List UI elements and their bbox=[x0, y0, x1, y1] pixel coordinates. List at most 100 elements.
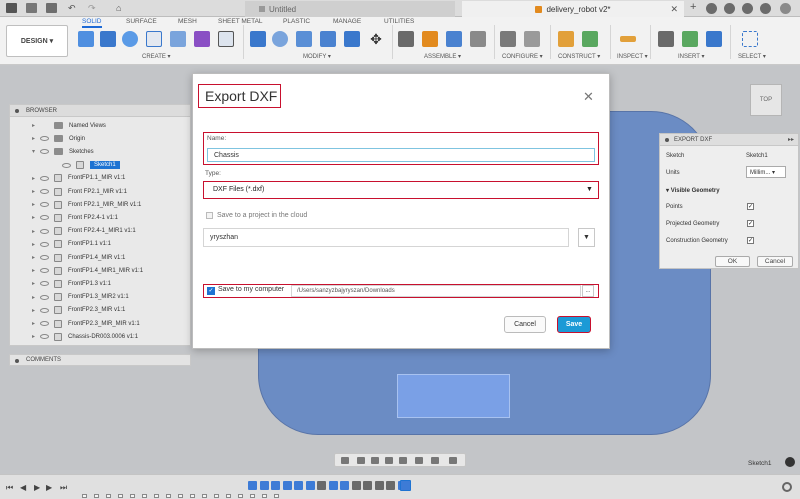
visibility-eye-icon[interactable] bbox=[40, 241, 49, 247]
revolve-icon[interactable] bbox=[122, 31, 138, 47]
tab-mesh[interactable]: MESH bbox=[178, 18, 197, 25]
redo-icon[interactable]: ↷ bbox=[88, 3, 99, 13]
timeline-marker[interactable] bbox=[142, 494, 147, 498]
panel-cancel-button[interactable]: Cancel bbox=[757, 256, 793, 267]
form-icon[interactable] bbox=[194, 31, 210, 47]
pan-icon[interactable] bbox=[371, 457, 379, 464]
browse-button[interactable]: ... bbox=[582, 285, 594, 297]
close-icon[interactable]: ✕ bbox=[583, 89, 594, 105]
notifications-icon[interactable] bbox=[742, 3, 753, 14]
create-sketch-icon[interactable] bbox=[78, 31, 94, 47]
timeline-feature-icon[interactable] bbox=[386, 481, 395, 490]
help-icon[interactable] bbox=[760, 3, 771, 14]
visibility-eye-icon[interactable] bbox=[40, 202, 49, 208]
canvas-icon[interactable] bbox=[706, 31, 722, 47]
save-icon[interactable] bbox=[46, 3, 57, 13]
assemble-menu[interactable]: ASSEMBLE ▾ bbox=[424, 53, 461, 60]
create-menu[interactable]: CREATE ▾ bbox=[142, 53, 171, 60]
tab-plastic[interactable]: PLASTIC bbox=[283, 18, 310, 25]
expand-arrow-icon[interactable]: ▸ bbox=[32, 333, 40, 340]
timeline-feature-icon[interactable] bbox=[294, 481, 303, 490]
expand-arrow-icon[interactable]: ▸ bbox=[32, 122, 40, 129]
pattern-icon[interactable] bbox=[218, 31, 234, 47]
tab-solid[interactable]: SOLID bbox=[82, 18, 102, 28]
tab-utilities[interactable]: UTILITIES bbox=[384, 18, 414, 25]
viewcube[interactable]: TOP bbox=[750, 84, 782, 116]
timeline-marker[interactable] bbox=[214, 494, 219, 498]
browser-item[interactable]: ▸ FrontFP1.4_MIR1_MIR v1:1 bbox=[32, 264, 143, 277]
browser-item[interactable]: ▸ Front FP2.4-1_MIR1 v1:1 bbox=[32, 225, 136, 238]
avatar[interactable] bbox=[780, 3, 791, 14]
chamfer-icon[interactable] bbox=[296, 31, 312, 47]
visibility-eye-icon[interactable] bbox=[62, 162, 71, 168]
fit-icon[interactable] bbox=[399, 457, 407, 464]
tab-untitled[interactable]: Untitled bbox=[245, 1, 455, 17]
timeline-feature-icon[interactable] bbox=[363, 481, 372, 490]
visibility-eye-icon[interactable] bbox=[40, 215, 49, 221]
timeline-marker[interactable] bbox=[226, 494, 231, 498]
units-select[interactable]: Millim... ▾ bbox=[746, 166, 786, 178]
combine-icon[interactable] bbox=[344, 31, 360, 47]
timeline-marker[interactable] bbox=[166, 494, 171, 498]
browser-item[interactable]: ▸ FrontFP1.3 v1:1 bbox=[32, 277, 111, 290]
inspect-menu[interactable]: INSPECT ▾ bbox=[617, 53, 648, 60]
timeline-feature-icon[interactable] bbox=[282, 481, 292, 490]
workspace-switcher[interactable]: DESIGN ▾ bbox=[6, 25, 68, 57]
browser-item[interactable]: ▾ Sketches bbox=[32, 145, 94, 158]
visibility-eye-icon[interactable] bbox=[40, 321, 49, 326]
browser-item[interactable]: ▸ Origin bbox=[32, 132, 85, 145]
visibility-eye-icon[interactable] bbox=[40, 189, 49, 194]
expand-arrow-icon[interactable]: ▸ bbox=[32, 228, 40, 235]
timeline-feature-icon[interactable] bbox=[374, 481, 384, 490]
visibility-eye-icon[interactable] bbox=[40, 149, 49, 155]
visible-geometry-group[interactable]: ▾ Visible Geometry bbox=[666, 187, 720, 194]
timeline-feature-icon[interactable] bbox=[305, 481, 315, 490]
grid-menu-icon[interactable] bbox=[6, 3, 17, 13]
timeline-marker[interactable] bbox=[202, 494, 207, 498]
grid-settings-icon[interactable] bbox=[431, 457, 439, 464]
save-to-computer-checkbox[interactable]: ✓ bbox=[207, 287, 215, 295]
tab-surface[interactable]: SURFACE bbox=[126, 18, 157, 25]
timeline-feature-icon[interactable] bbox=[340, 481, 349, 490]
browser-item[interactable]: ▸ Chassis-DR003.0006 v1:1 bbox=[32, 330, 138, 343]
browser-item[interactable]: ▸ FrontFP1.1 v1:1 bbox=[32, 238, 111, 251]
axis-icon[interactable] bbox=[582, 31, 598, 47]
save-path-input[interactable]: /Users/sanzyzbajyryszan/Downloads bbox=[291, 285, 581, 297]
tab-sheet-metal[interactable]: SHEET METAL bbox=[218, 18, 263, 25]
go-to-start-icon[interactable]: ⏮ bbox=[6, 483, 13, 493]
expand-icon[interactable]: ▸▸ bbox=[788, 136, 794, 143]
project-dropdown-button[interactable]: ▼ bbox=[578, 228, 595, 247]
construct-menu[interactable]: CONSTRUCT ▾ bbox=[558, 53, 600, 60]
visibility-eye-icon[interactable] bbox=[40, 255, 49, 260]
expand-arrow-icon[interactable]: ▸ bbox=[32, 280, 40, 287]
sketch-status-icon[interactable] bbox=[785, 457, 795, 467]
timeline-marker[interactable] bbox=[262, 494, 267, 498]
home-icon[interactable]: ⌂ bbox=[116, 3, 127, 13]
display-settings-icon[interactable] bbox=[415, 457, 423, 464]
expand-arrow-icon[interactable]: ▸ bbox=[32, 135, 40, 142]
visibility-eye-icon[interactable] bbox=[40, 294, 49, 300]
browser-item[interactable]: ▸ FrontFP1.1_MIR v1:1 bbox=[32, 172, 125, 185]
timeline-marker[interactable] bbox=[154, 494, 159, 498]
browser-header[interactable]: BROWSER bbox=[10, 105, 190, 117]
visibility-eye-icon[interactable] bbox=[40, 281, 49, 287]
visibility-eye-icon[interactable] bbox=[40, 136, 49, 142]
tab-manage[interactable]: MANAGE bbox=[333, 18, 361, 25]
cancel-button[interactable]: Cancel bbox=[504, 316, 546, 333]
timeline-marker[interactable] bbox=[130, 494, 135, 498]
visibility-eye-icon[interactable] bbox=[40, 175, 49, 181]
move-icon[interactable]: ✥ bbox=[368, 31, 384, 47]
expand-arrow-icon[interactable]: ▸ bbox=[32, 267, 40, 274]
visibility-eye-icon[interactable] bbox=[40, 268, 49, 274]
close-tab-icon[interactable]: ✕ bbox=[670, 4, 678, 15]
expand-arrow-icon[interactable]: ▸ bbox=[32, 307, 40, 314]
step-back-icon[interactable]: ◀ bbox=[20, 483, 26, 492]
select-menu[interactable]: SELECT ▾ bbox=[738, 53, 766, 60]
timeline-feature-icon[interactable] bbox=[248, 481, 257, 490]
expand-arrow-icon[interactable]: ▸ bbox=[32, 294, 40, 301]
expand-arrow-icon[interactable]: ▸ bbox=[32, 201, 40, 208]
sketch-value[interactable]: Sketch1 bbox=[746, 153, 768, 159]
timeline-feature-icon[interactable] bbox=[328, 481, 338, 490]
new-component-icon[interactable] bbox=[422, 31, 438, 47]
gear-icon[interactable] bbox=[782, 482, 792, 492]
